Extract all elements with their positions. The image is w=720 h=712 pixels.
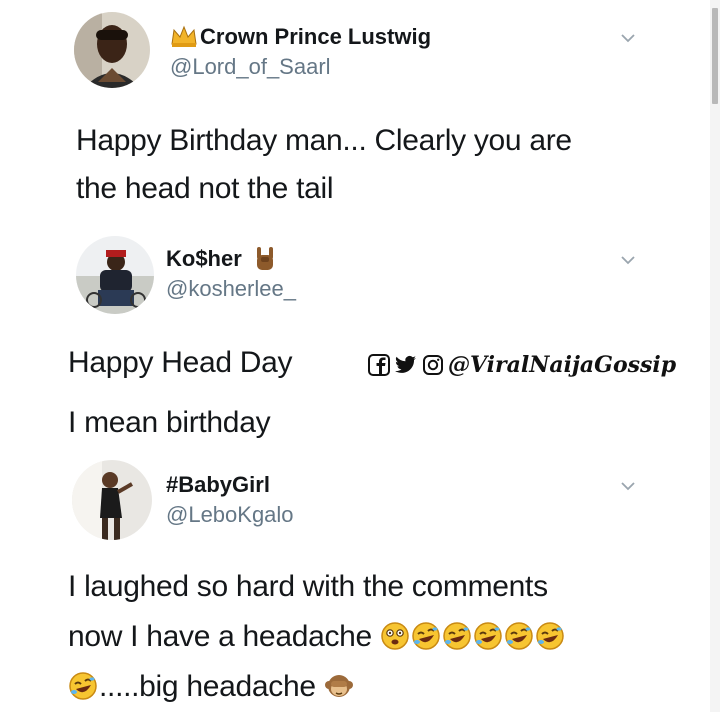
avatar[interactable] bbox=[76, 236, 154, 314]
avatar[interactable] bbox=[74, 12, 150, 88]
user-handle[interactable]: @Lord_of_Saarl bbox=[170, 54, 331, 80]
user-handle[interactable]: @kosherlee_ bbox=[166, 276, 296, 302]
tweet-text-line-2: now I have a headache bbox=[68, 620, 566, 654]
watermark-handle: @ViralNaijaGossip bbox=[448, 352, 677, 378]
tweet-text-line: I mean birthday bbox=[68, 406, 271, 439]
rolling-laughing-emoji bbox=[411, 621, 441, 651]
scrollbar-thumb[interactable] bbox=[712, 8, 718, 104]
see-no-evil-monkey-emoji bbox=[324, 671, 354, 701]
user-handle[interactable]: @LeboKgalo bbox=[166, 502, 294, 528]
tweet-text-line: Happy Birthday man... Clearly you are bbox=[76, 124, 572, 157]
instagram-icon bbox=[423, 355, 443, 375]
tweet-text-line: I laughed so hard with the comments bbox=[68, 570, 548, 603]
tweet-text-line: the head not the tail bbox=[76, 172, 334, 205]
rolling-laughing-emoji bbox=[473, 621, 503, 651]
display-name[interactable]: Crown Prince Lustwig bbox=[200, 24, 431, 50]
tweet-text: .....big headache bbox=[99, 670, 316, 703]
facebook-icon bbox=[368, 354, 390, 376]
chevron-down-icon[interactable] bbox=[620, 481, 636, 491]
display-name[interactable]: Ko$her bbox=[166, 246, 242, 272]
rolling-laughing-emoji bbox=[504, 621, 534, 651]
rock-hand-emoji bbox=[257, 247, 273, 270]
watermark: @ViralNaijaGossip bbox=[368, 348, 676, 382]
tweet-3[interactable]: #BabyGirl @LeboKgalo I laughed so hard w… bbox=[0, 450, 700, 712]
tweet-text: now I have a headache bbox=[68, 620, 372, 653]
chevron-down-icon[interactable] bbox=[620, 255, 636, 265]
twitter-icon bbox=[395, 355, 416, 373]
crown-emoji bbox=[171, 25, 197, 47]
tweet-1[interactable]: Crown Prince Lustwig @Lord_of_Saarl Happ… bbox=[0, 0, 700, 230]
dizzy-face-emoji bbox=[380, 621, 410, 651]
scrollbar[interactable] bbox=[710, 0, 720, 712]
tweet-text-line-3: .....big headache bbox=[68, 670, 355, 704]
chevron-down-icon[interactable] bbox=[620, 33, 636, 43]
rolling-laughing-emoji bbox=[68, 671, 98, 701]
rolling-laughing-emoji bbox=[535, 621, 565, 651]
avatar[interactable] bbox=[72, 460, 152, 540]
rolling-laughing-emoji bbox=[442, 621, 472, 651]
tweet-text-line: Happy Head Day bbox=[68, 346, 293, 379]
display-name[interactable]: #BabyGirl bbox=[166, 472, 270, 498]
tweet-2[interactable]: Ko$her @kosherlee_ Happy Head Day I mean… bbox=[0, 230, 700, 450]
